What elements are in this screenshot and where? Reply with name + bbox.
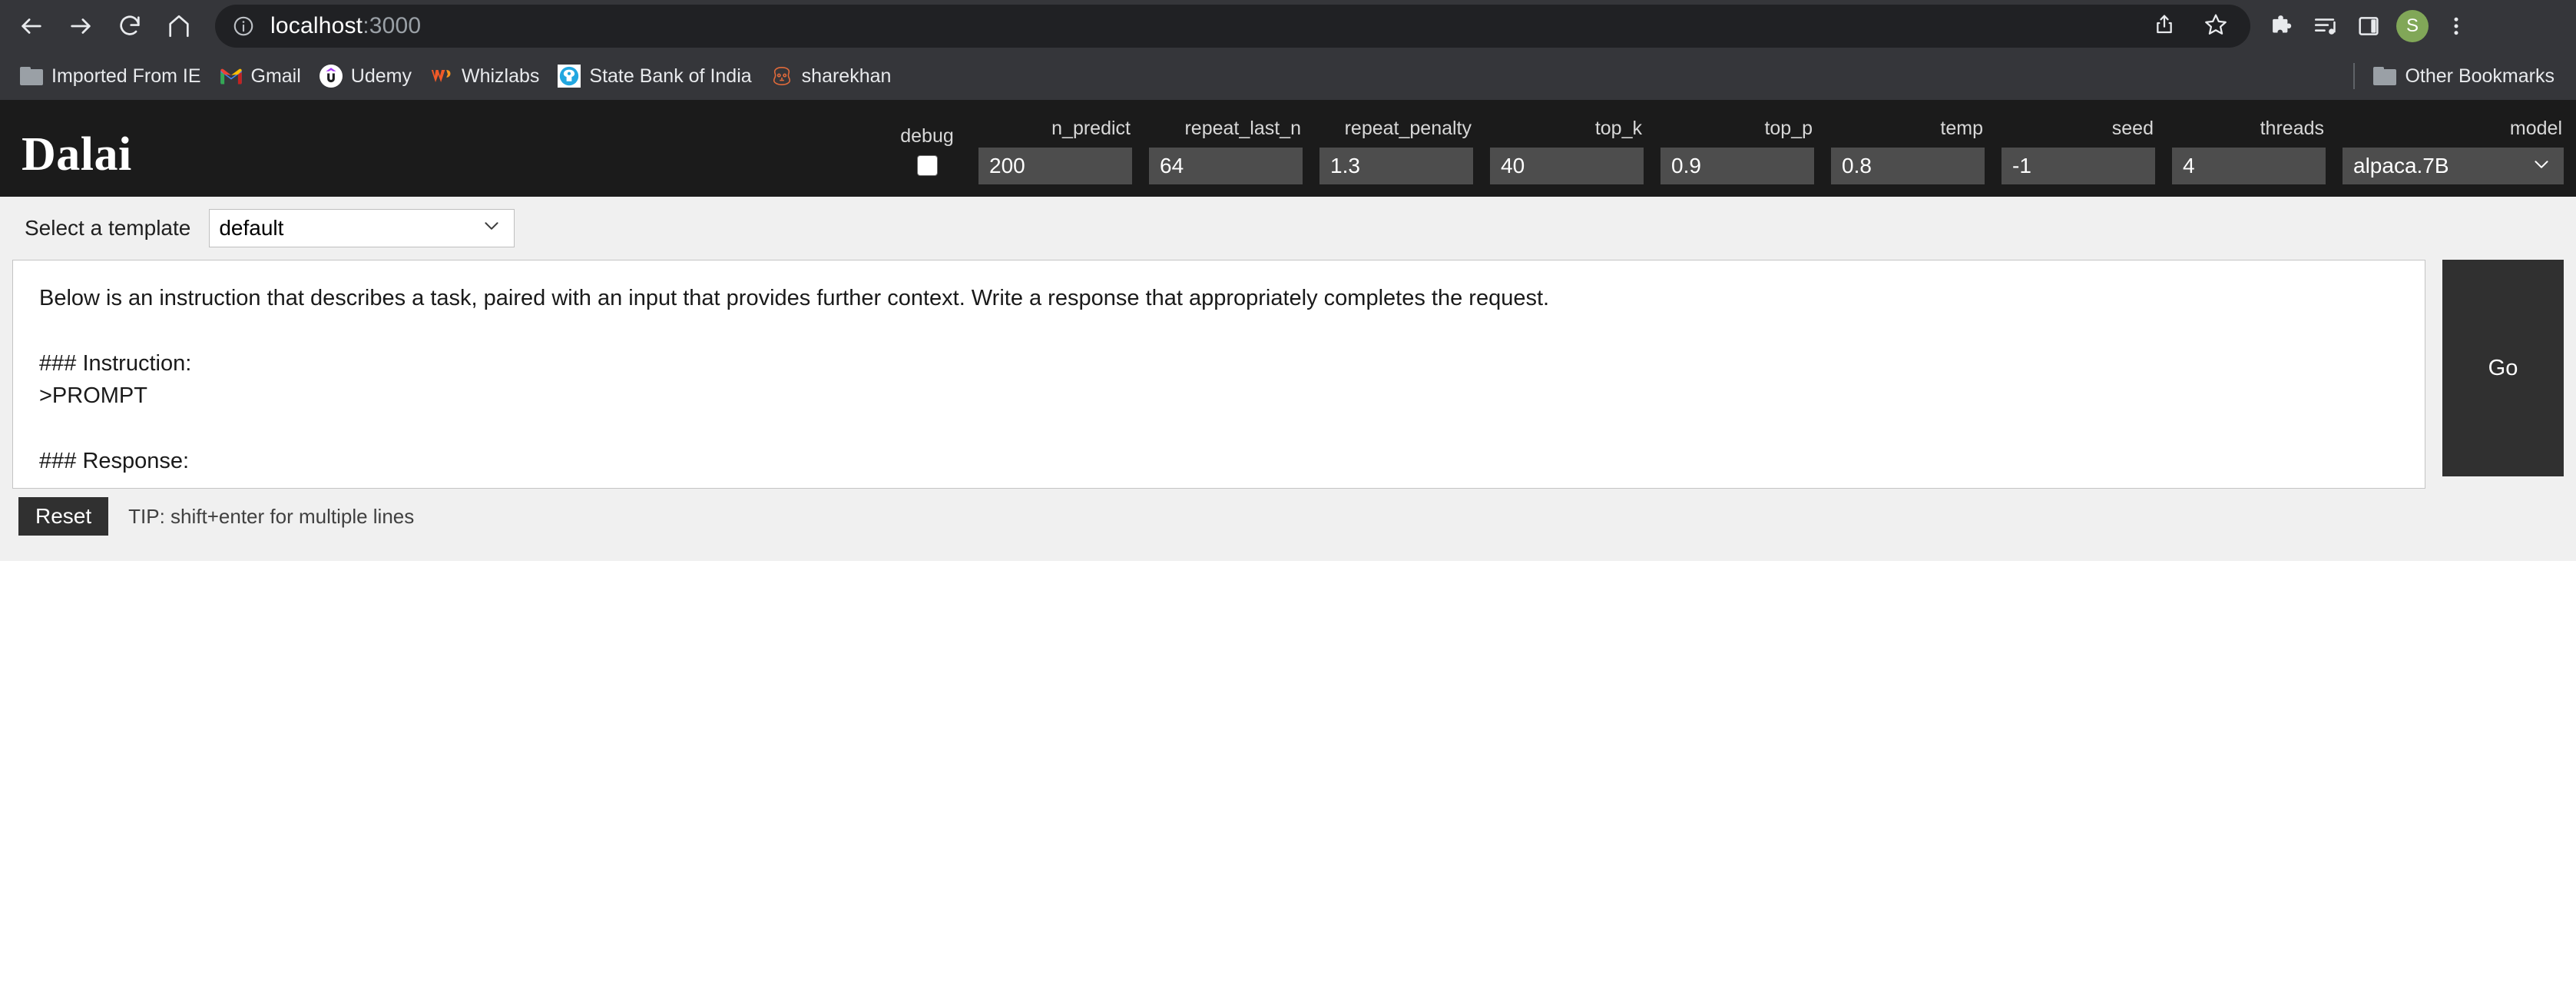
address-bar-url: localhost:3000 — [270, 13, 421, 39]
three-dot-menu-icon[interactable] — [2435, 5, 2478, 48]
bookmark-sharekhan[interactable]: sharekhan — [761, 60, 901, 92]
param-top-k: top_k — [1490, 118, 1644, 184]
page-blank-area — [0, 561, 2576, 965]
param-label-threads: threads — [2260, 118, 2324, 139]
param-repeat-penalty: repeat_penalty — [1319, 118, 1473, 184]
param-label-repeat-last-n: repeat_last_n — [1184, 118, 1301, 139]
threads-input[interactable] — [2172, 148, 2326, 184]
bookmark-imported-from-ie[interactable]: Imported From IE — [11, 60, 210, 92]
bookmark-gmail[interactable]: Gmail — [210, 60, 310, 92]
site-information-icon[interactable] — [232, 15, 255, 38]
go-button[interactable]: Go — [2442, 260, 2564, 476]
sharekhan-icon — [770, 65, 793, 88]
param-debug: debug — [892, 125, 962, 184]
gmail-icon — [220, 65, 243, 88]
top-k-input[interactable] — [1490, 148, 1644, 184]
address-bar[interactable]: localhost:3000 — [215, 5, 2250, 48]
repeat-last-n-input[interactable] — [1149, 148, 1303, 184]
bookmark-label: sharekhan — [801, 65, 892, 87]
home-icon[interactable] — [157, 4, 201, 48]
param-label-top-p: top_p — [1764, 118, 1813, 139]
n-predict-input[interactable] — [978, 148, 1132, 184]
param-label-seed: seed — [2111, 118, 2154, 139]
template-row: Select a template default — [0, 197, 2576, 260]
extensions-puzzle-icon[interactable] — [2261, 5, 2304, 48]
param-temp: temp — [1831, 118, 1985, 184]
bottom-row: Reset TIP: shift+enter for multiple line… — [0, 489, 2576, 544]
prompt-area: Go — [0, 260, 2576, 489]
sbi-icon — [558, 65, 581, 88]
repeat-penalty-input[interactable] — [1319, 148, 1473, 184]
parameters-panel: debug n_predict repeat_last_n repeat_pen… — [892, 118, 2564, 197]
omnibox-actions — [2152, 12, 2229, 41]
browser-toolbar-right: S — [2261, 5, 2478, 48]
param-label-model: model — [2509, 118, 2562, 139]
navigation-buttons — [9, 4, 201, 48]
whizlabs-icon — [430, 65, 453, 88]
bookmark-label: State Bank of India — [589, 65, 752, 87]
browser-chrome: localhost:3000 S Imported From IE Gmail … — [0, 0, 2576, 100]
bookmarks-divider — [2353, 63, 2356, 89]
param-label-debug: debug — [900, 125, 954, 147]
url-port: :3000 — [363, 13, 422, 38]
avatar[interactable]: S — [2396, 10, 2429, 42]
other-bookmarks-button[interactable]: Other Bookmarks — [2364, 60, 2564, 92]
bookmark-label: Imported From IE — [51, 65, 201, 87]
param-repeat-last-n: repeat_last_n — [1149, 118, 1303, 184]
param-label-top-k: top_k — [1594, 118, 1642, 139]
bookmark-star-icon[interactable] — [2203, 12, 2229, 41]
param-n-predict: n_predict — [978, 118, 1132, 184]
bookmarks-bar: Imported From IE Gmail Udemy Whizlabs St — [0, 52, 2576, 100]
app-logo: Dalai — [22, 128, 132, 181]
prompt-textarea[interactable] — [12, 260, 2425, 489]
app-footer-fill — [0, 544, 2576, 561]
param-label-repeat-penalty: repeat_penalty — [1344, 118, 1472, 139]
bookmark-udemy[interactable]: Udemy — [310, 60, 421, 92]
folder-icon — [2373, 65, 2397, 88]
media-playlist-icon[interactable] — [2304, 5, 2347, 48]
other-bookmarks-label: Other Bookmarks — [2405, 65, 2554, 87]
bookmark-label: Udemy — [350, 65, 412, 87]
bookmark-state-bank-of-india[interactable]: State Bank of India — [548, 60, 760, 92]
bookmark-label: Gmail — [250, 65, 301, 87]
back-icon[interactable] — [9, 4, 54, 48]
forward-icon[interactable] — [58, 4, 103, 48]
tip-text: TIP: shift+enter for multiple lines — [128, 504, 415, 528]
param-top-p: top_p — [1660, 118, 1814, 184]
other-bookmarks-group: Other Bookmarks — [2353, 60, 2564, 92]
model-select[interactable] — [2343, 148, 2564, 184]
bookmark-whizlabs[interactable]: Whizlabs — [421, 60, 548, 92]
template-select-value: default — [219, 216, 284, 240]
param-threads: threads — [2172, 118, 2326, 184]
bookmark-label: Whizlabs — [461, 65, 540, 87]
app-header: Dalai debug n_predict repeat_last_n repe… — [0, 100, 2576, 197]
chevron-down-icon — [482, 216, 502, 241]
url-host: localhost — [270, 13, 363, 38]
folder-icon — [20, 65, 43, 88]
template-label: Select a template — [25, 216, 191, 240]
param-label-n-predict: n_predict — [1051, 118, 1131, 139]
side-panel-icon[interactable] — [2347, 5, 2390, 48]
share-icon[interactable] — [2152, 12, 2177, 41]
template-select[interactable]: default — [209, 209, 515, 247]
debug-checkbox[interactable] — [916, 155, 938, 176]
top-p-input[interactable] — [1660, 148, 1814, 184]
param-label-temp: temp — [1940, 118, 1983, 139]
seed-input[interactable] — [2002, 148, 2155, 184]
param-seed: seed — [2002, 118, 2155, 184]
param-model: model — [2343, 118, 2564, 184]
temp-input[interactable] — [1831, 148, 1985, 184]
reset-button[interactable]: Reset — [18, 497, 109, 536]
reload-icon[interactable] — [108, 4, 152, 48]
browser-toolbar: localhost:3000 S — [0, 0, 2576, 52]
udemy-icon — [319, 65, 343, 88]
